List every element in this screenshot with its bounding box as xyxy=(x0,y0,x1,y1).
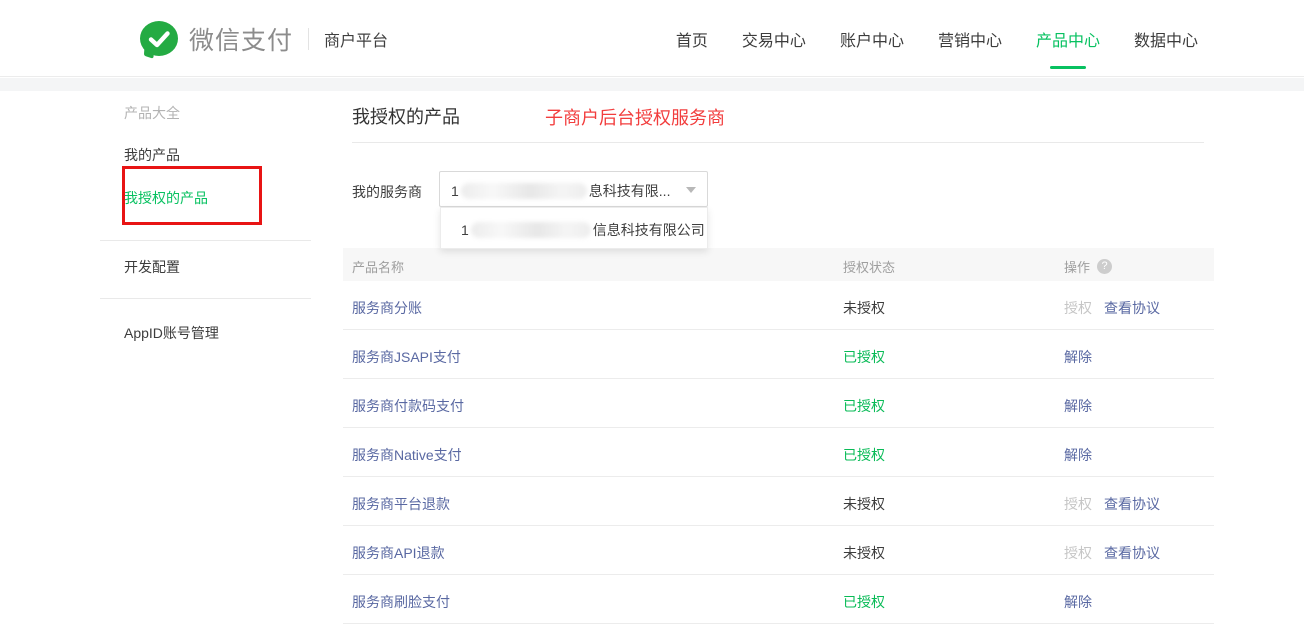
actions-cell: 授权查看协议 xyxy=(1064,494,1172,514)
sidebar-divider xyxy=(100,298,311,299)
product-name-link[interactable]: 服务商平台退款 xyxy=(352,494,450,514)
sidebar-item-product-catalog: 产品大全 xyxy=(124,103,180,123)
table-row: 服务商刷脸支付 已授权 解除 xyxy=(343,575,1214,624)
sidebar-item-my-authorized-products[interactable]: 我授权的产品 xyxy=(124,188,208,208)
nav-item-account-center[interactable]: 账户中心 xyxy=(840,27,904,51)
actions-cell: 解除 xyxy=(1064,347,1104,367)
product-name-link[interactable]: 服务商JSAPI支付 xyxy=(352,347,461,367)
portal-name: 商户平台 xyxy=(324,27,388,51)
provider-select[interactable]: 1息科技有限... xyxy=(439,171,708,207)
sidebar-item-appid-management[interactable]: AppID账号管理 xyxy=(124,323,219,343)
status-text: 已授权 xyxy=(843,592,885,612)
status-text: 未授权 xyxy=(843,298,885,318)
table-row: 服务商平台退款 未授权 授权查看协议 xyxy=(343,477,1214,526)
provider-dropdown-option[interactable]: 1信息科技有限公司 xyxy=(461,220,705,240)
revoke-link[interactable]: 解除 xyxy=(1064,594,1092,610)
revoke-link[interactable]: 解除 xyxy=(1064,447,1092,463)
actions-cell: 解除 xyxy=(1064,396,1104,416)
top-nav: 首页 交易中心 账户中心 营销中心 产品中心 数据中心 xyxy=(676,0,1198,77)
brand-separator xyxy=(308,28,309,50)
redacted-text xyxy=(471,222,591,238)
provider-dropdown-panel: 1信息科技有限公司 xyxy=(440,207,708,249)
view-agreement-link[interactable]: 查看协议 xyxy=(1104,496,1160,512)
status-text: 已授权 xyxy=(843,396,885,416)
table-header-row: 产品名称 授权状态 操作? xyxy=(343,248,1214,281)
table-row: 服务商API退款 未授权 授权查看协议 xyxy=(343,526,1214,575)
col-header-product-name: 产品名称 xyxy=(352,257,404,276)
help-icon[interactable]: ? xyxy=(1097,259,1112,274)
nav-item-trade-center[interactable]: 交易中心 xyxy=(742,27,806,51)
status-text: 未授权 xyxy=(843,494,885,514)
nav-item-marketing-center[interactable]: 营销中心 xyxy=(938,27,1002,51)
actions-cell: 授权查看协议 xyxy=(1064,298,1172,318)
actions-cell: 解除 xyxy=(1064,592,1104,612)
actions-cell: 授权查看协议 xyxy=(1064,543,1172,563)
chevron-down-icon xyxy=(686,187,696,193)
redacted-text xyxy=(461,183,587,199)
table-row: 服务商分账 未授权 授权查看协议 xyxy=(343,281,1214,330)
col-header-auth-status: 授权状态 xyxy=(843,257,895,276)
provider-selected-value: 1息科技有限... xyxy=(451,181,670,201)
product-name-link[interactable]: 服务商刷脸支付 xyxy=(352,592,450,612)
authorize-action[interactable]: 授权 xyxy=(1064,545,1092,561)
status-text: 已授权 xyxy=(843,347,885,367)
title-divider xyxy=(352,142,1204,143)
authorize-action[interactable]: 授权 xyxy=(1064,300,1092,316)
authorize-action[interactable]: 授权 xyxy=(1064,496,1092,512)
sidebar-item-dev-config[interactable]: 开发配置 xyxy=(124,257,180,277)
col-header-action: 操作? xyxy=(1064,257,1112,276)
wechat-pay-logo-icon xyxy=(140,20,178,58)
red-annotation-text: 子商户后台授权服务商 xyxy=(545,104,725,130)
product-name-link[interactable]: 服务商分账 xyxy=(352,298,422,318)
sidebar-item-my-products[interactable]: 我的产品 xyxy=(124,145,180,165)
table-row: 服务商JSAPI支付 已授权 解除 xyxy=(343,330,1214,379)
table-row: 服务商Native支付 已授权 解除 xyxy=(343,428,1214,477)
revoke-link[interactable]: 解除 xyxy=(1064,398,1092,414)
actions-cell: 解除 xyxy=(1064,445,1104,465)
view-agreement-link[interactable]: 查看协议 xyxy=(1104,300,1160,316)
view-agreement-link[interactable]: 查看协议 xyxy=(1104,545,1160,561)
nav-item-home[interactable]: 首页 xyxy=(676,27,708,51)
product-name-link[interactable]: 服务商Native支付 xyxy=(352,445,462,465)
header-gap-band xyxy=(0,78,1304,91)
nav-item-product-center[interactable]: 产品中心 xyxy=(1036,27,1100,51)
sidebar-divider xyxy=(100,240,311,241)
products-table: 产品名称 授权状态 操作? 服务商分账 未授权 授权查看协议 服务商JSAPI支… xyxy=(343,248,1214,624)
page-title: 我授权的产品 xyxy=(352,103,460,129)
brand: 微信支付 商户平台 xyxy=(140,19,388,59)
brand-name: 微信支付 xyxy=(189,21,293,57)
product-name-link[interactable]: 服务商API退款 xyxy=(352,543,445,563)
revoke-link[interactable]: 解除 xyxy=(1064,349,1092,365)
table-row: 服务商付款码支付 已授权 解除 xyxy=(343,379,1214,428)
nav-item-data-center[interactable]: 数据中心 xyxy=(1134,27,1198,51)
status-text: 未授权 xyxy=(843,543,885,563)
provider-select-label: 我的服务商 xyxy=(352,182,422,202)
product-name-link[interactable]: 服务商付款码支付 xyxy=(352,396,464,416)
top-header: 微信支付 商户平台 首页 交易中心 账户中心 营销中心 产品中心 数据中心 xyxy=(0,0,1304,77)
status-text: 已授权 xyxy=(843,445,885,465)
